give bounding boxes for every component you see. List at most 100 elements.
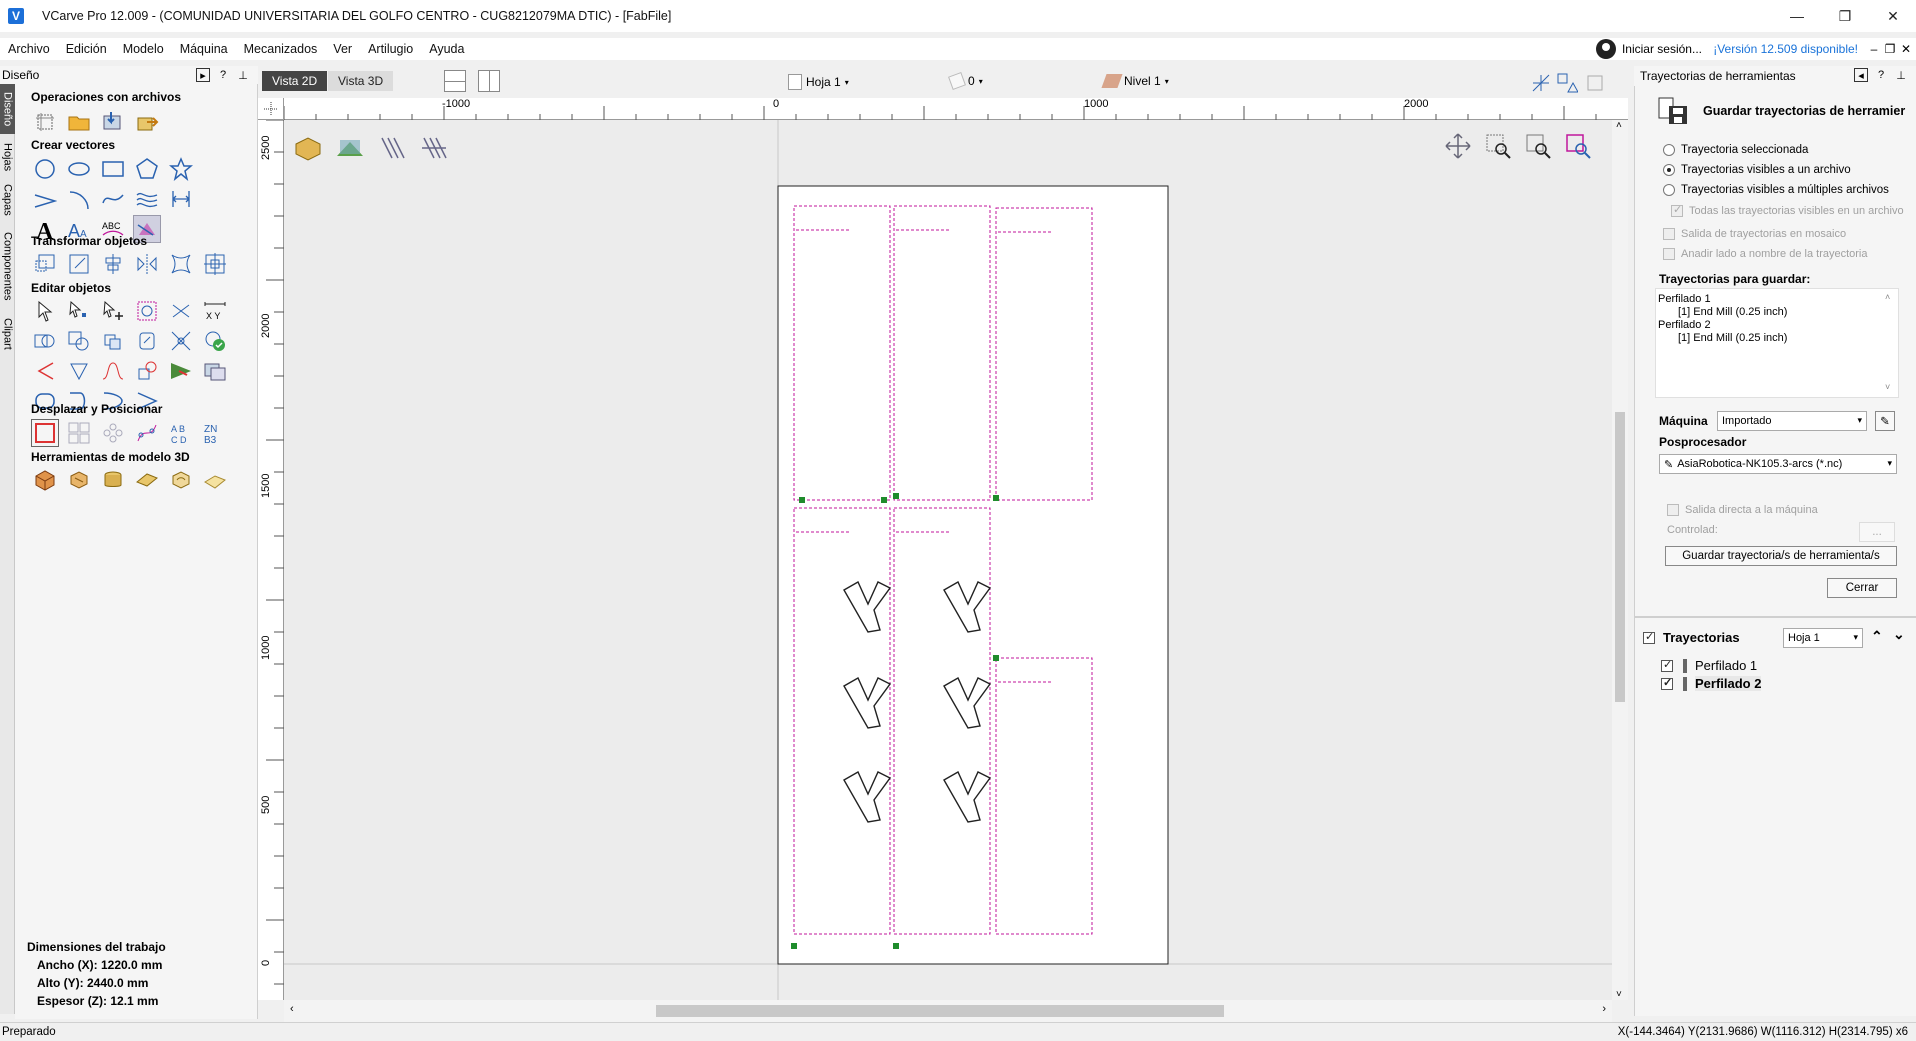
mdi-minimize-button[interactable]: – <box>1866 38 1882 60</box>
texture-icon[interactable] <box>167 466 195 494</box>
sheet-dropdown[interactable]: Hoja 1 ▾ <box>788 74 849 90</box>
split-horizontal-icon[interactable] <box>444 70 466 92</box>
restore-button[interactable]: ❐ <box>1822 0 1868 32</box>
component-icon[interactable] <box>31 466 59 494</box>
subtract-icon[interactable] <box>65 327 93 355</box>
nesting-icon[interactable]: ZN B3 <box>201 419 229 447</box>
vertical-scroll-thumb[interactable] <box>1615 412 1625 702</box>
snap-icon[interactable] <box>1530 72 1552 94</box>
radio-visible-multi-file[interactable]: Trayectorias visibles a múltiples archiv… <box>1663 184 1889 196</box>
circular-array-icon[interactable] <box>99 419 127 447</box>
scroll-right-icon[interactable]: › <box>1602 1003 1606 1015</box>
select-arrow-icon[interactable] <box>31 297 59 325</box>
center-icon[interactable] <box>201 250 229 278</box>
help-icon[interactable]: ? <box>216 68 230 82</box>
drawing-canvas[interactable] <box>284 120 1612 1000</box>
postprocessor-select[interactable]: ✎ AsiaRobotica-NK105.3-arcs (*.nc) ▾ <box>1659 454 1897 474</box>
toolpath-hatch-icon[interactable] <box>418 132 450 164</box>
zoom-box-icon[interactable] <box>1484 132 1512 160</box>
polyline-icon[interactable] <box>31 185 59 213</box>
extents-icon[interactable] <box>1584 72 1606 94</box>
level-dropdown[interactable]: Nivel 1 ▾ <box>1101 74 1169 88</box>
pin-icon[interactable]: ⊥ <box>236 68 250 82</box>
intersect-icon[interactable] <box>99 327 127 355</box>
node-edit-icon[interactable] <box>65 297 93 325</box>
zoom-extents-icon[interactable] <box>1564 132 1592 160</box>
tab-componentes[interactable]: Componentes <box>0 224 15 308</box>
list-scroll-down-icon[interactable]: ˅ <box>1885 382 1890 392</box>
collapse-panel-icon[interactable]: ▸ <box>196 68 210 82</box>
model-edit-icon[interactable] <box>65 466 93 494</box>
weld-icon[interactable] <box>31 327 59 355</box>
zero-dropdown[interactable]: 0 ▾ <box>948 72 983 90</box>
close-window-button[interactable]: ✕ <box>1870 0 1916 32</box>
join-check-icon[interactable] <box>201 327 229 355</box>
minimize-button[interactable]: — <box>1774 0 1820 32</box>
polygon-icon[interactable] <box>133 155 161 183</box>
pan-icon[interactable] <box>1444 132 1472 160</box>
mdi-close-button[interactable]: ✕ <box>1898 38 1914 60</box>
align-icon[interactable] <box>99 250 127 278</box>
new-file-icon[interactable] <box>31 108 59 136</box>
move-down-icon[interactable]: ⌄ <box>1893 626 1905 643</box>
split-vertical-icon[interactable] <box>478 70 500 92</box>
help-icon[interactable]: ? <box>1874 68 1888 82</box>
measure-icon[interactable]: X Y <box>201 297 229 325</box>
draw-tools-icon[interactable] <box>1556 72 1579 94</box>
version-available-link[interactable]: ¡Versión 12.509 disponible! <box>1713 38 1858 60</box>
chamfer-icon[interactable] <box>31 357 59 385</box>
smooth-icon[interactable] <box>99 357 127 385</box>
tab-vista-2d[interactable]: Vista 2D <box>262 71 328 91</box>
tab-hojas[interactable]: Hojas <box>0 138 15 176</box>
chk-direct-output[interactable]: Salida directa a la máquina <box>1667 504 1818 516</box>
controlled-browse-button[interactable]: ... <box>1859 522 1895 542</box>
horizontal-scroll-thumb[interactable] <box>656 1005 1224 1017</box>
menu-ver[interactable]: Ver <box>325 42 360 56</box>
fillet-icon[interactable] <box>133 327 161 355</box>
collapse-right-panel-icon[interactable]: ◂ <box>1854 68 1868 82</box>
offset-icon[interactable] <box>65 357 93 385</box>
star-icon[interactable] <box>167 155 195 183</box>
save-toolpaths-button[interactable]: Guardar trayectoria/s de herramienta/s <box>1665 546 1897 566</box>
toolpath-item-perfilado-2[interactable]: Perfilado 2 <box>1661 676 1762 691</box>
circle-icon[interactable] <box>31 155 59 183</box>
scroll-up-icon[interactable]: ˄ <box>1616 120 1622 131</box>
sheet-model-icon[interactable] <box>133 466 161 494</box>
distort-icon[interactable] <box>167 250 195 278</box>
clipart-3d-icon[interactable] <box>201 466 229 494</box>
interactive-select-icon[interactable] <box>133 297 161 325</box>
material-setup-icon[interactable] <box>292 132 324 164</box>
mdi-restore-button[interactable]: ❐ <box>1882 38 1898 60</box>
copy-along-vector-icon[interactable] <box>133 419 161 447</box>
radio-selected-toolpath[interactable]: Trayectoria seleccionada <box>1663 144 1808 156</box>
menu-ayuda[interactable]: Ayuda <box>421 42 472 56</box>
machine-select[interactable]: Importado ▾ <box>1717 411 1867 431</box>
tab-diseno[interactable]: Diseño <box>0 84 15 134</box>
label-grid-icon[interactable]: A BC D <box>167 419 195 447</box>
export-icon[interactable] <box>133 108 161 136</box>
zoom-out-icon[interactable] <box>1524 132 1552 160</box>
array-copy-icon[interactable] <box>65 419 93 447</box>
mirror-icon[interactable] <box>133 250 161 278</box>
scroll-down-icon[interactable]: ˅ <box>1616 989 1622 1000</box>
dimension-icon[interactable] <box>167 185 195 213</box>
transform-mode-icon[interactable] <box>99 297 127 325</box>
horizontal-scrollbar[interactable]: ‹ › <box>284 1000 1612 1022</box>
menu-mecanizados[interactable]: Mecanizados <box>236 42 326 56</box>
nest-icon[interactable] <box>167 357 195 385</box>
list-scroll-up-icon[interactable]: ˄ <box>1885 292 1890 302</box>
scale-icon[interactable] <box>65 250 93 278</box>
tab-vista-3d[interactable]: Vista 3D <box>328 71 394 91</box>
scroll-left-icon[interactable]: ‹ <box>290 1003 294 1015</box>
open-file-icon[interactable] <box>65 108 93 136</box>
move-icon[interactable] <box>31 250 59 278</box>
import-icon[interactable] <box>99 108 127 136</box>
chk-all-visible[interactable]: Todas las trayectorias visibles en un ar… <box>1671 203 1904 217</box>
tab-capas[interactable]: Capas <box>0 180 15 220</box>
stack-icon[interactable] <box>99 466 127 494</box>
toolpaths-to-save-list[interactable]: Perfilado 1 [1] End Mill (0.25 inch) Per… <box>1655 288 1899 398</box>
menu-edicion[interactable]: Edición <box>58 42 115 56</box>
toolpath-preview-icon[interactable] <box>334 132 366 164</box>
menu-artilugio[interactable]: Artilugio <box>360 42 421 56</box>
move-up-icon[interactable]: ⌃ <box>1871 628 1883 645</box>
